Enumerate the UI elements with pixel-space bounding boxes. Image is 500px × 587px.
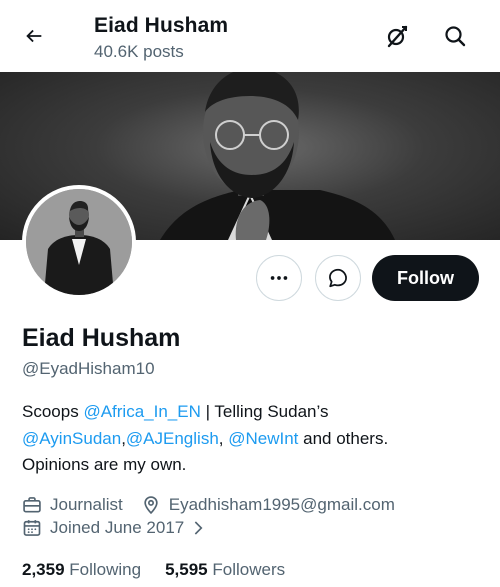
bio-text: | Telling Sudan’s	[200, 402, 329, 421]
profile-handle: @EyadHisham10	[22, 359, 155, 378]
header-title-block: Eiad Husham 40.6K posts	[94, 12, 228, 63]
calendar-icon	[23, 520, 41, 536]
top-bar: Eiad Husham 40.6K posts	[0, 0, 500, 72]
profession-item: Journalist	[22, 494, 123, 516]
followers-link[interactable]: 5,595 Followers	[165, 559, 285, 581]
search-button[interactable]	[437, 18, 473, 54]
mention-link[interactable]: @AJEnglish	[126, 429, 219, 448]
post-count: 40.6K posts	[94, 42, 184, 61]
header-title: Eiad Husham	[94, 14, 229, 37]
avatar-photo	[26, 189, 132, 295]
briefcase-icon	[23, 497, 41, 513]
following-count: 2,359	[22, 560, 65, 579]
avatar[interactable]	[22, 185, 136, 299]
more-button[interactable]	[256, 255, 302, 301]
location-item: Eyadhisham1995@gmail.com	[141, 494, 395, 516]
back-arrow-icon	[26, 29, 42, 43]
location-text: Eyadhisham1995@gmail.com	[168, 495, 395, 514]
bio-text: Scoops	[22, 402, 84, 421]
follow-button[interactable]: Follow	[372, 255, 479, 301]
profession-text: Journalist	[50, 495, 123, 514]
bio-text: and others.	[298, 428, 389, 448]
joined-text: Joined June 2017	[50, 518, 185, 537]
more-icon	[270, 276, 288, 280]
following-label: Following	[69, 560, 142, 579]
profile-stats: 2,359 Following 5,595 Followers	[22, 559, 309, 581]
back-button[interactable]	[16, 18, 52, 54]
mention-link[interactable]: @AyinSudan	[22, 429, 121, 448]
grok-button[interactable]	[379, 18, 415, 54]
followers-count: 5,595	[165, 560, 208, 579]
mention-link[interactable]: @Africa_In_EN	[83, 402, 200, 421]
bio-text: ,	[218, 428, 229, 448]
mention-link[interactable]: @NewInt	[228, 429, 298, 448]
message-button[interactable]	[315, 255, 361, 301]
following-link[interactable]: 2,359 Following	[22, 559, 141, 581]
grok-icon	[387, 25, 408, 48]
profile-name: Eiad Husham	[22, 324, 181, 352]
chevron-right-icon	[195, 521, 203, 535]
bio-text: Opinions are my own.	[22, 455, 187, 474]
profile-meta-row: Journalist Eyadhisham1995@gmail.com	[22, 494, 413, 516]
location-pin-icon	[144, 496, 158, 515]
message-icon	[329, 268, 347, 288]
profile-meta-row: Joined June 2017	[22, 517, 224, 539]
profile-bio: Scoops @Africa_In_EN | Telling Sudan’s @…	[22, 399, 482, 479]
search-icon	[445, 26, 466, 47]
joined-item[interactable]: Joined June 2017	[22, 517, 206, 539]
followers-label: Followers	[212, 560, 286, 579]
